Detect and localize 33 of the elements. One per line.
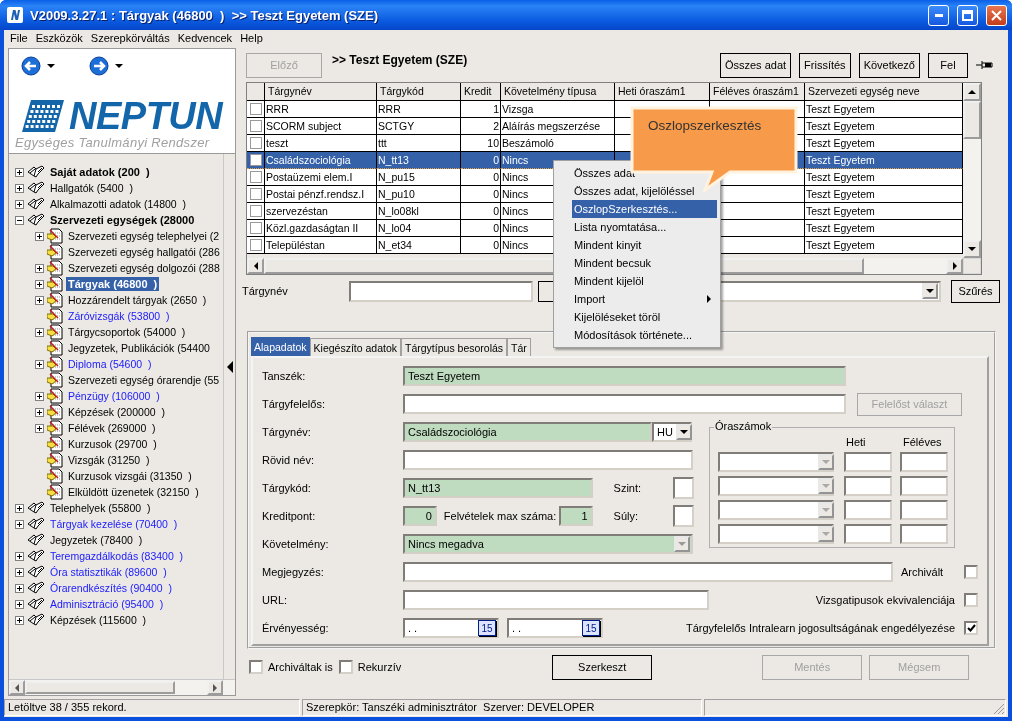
field-label: Szint: bbox=[613, 482, 643, 494]
field-label: Követelmény: bbox=[262, 538, 330, 550]
checkbox-label: Archiváltak is bbox=[268, 661, 333, 673]
field-label: Tárgykód: bbox=[262, 482, 312, 494]
field-label: URL: bbox=[262, 594, 289, 606]
field-label: Érvényesség: bbox=[262, 622, 330, 634]
logo-text: NEPTUN bbox=[69, 98, 223, 134]
group-title: Óraszámok bbox=[714, 420, 773, 432]
checkbox-label: Vizsgatipusok ekvivalenciája bbox=[815, 594, 955, 606]
checkbox-label: Tárgyfelelős Intralearn jogosultságának engedélyezése bbox=[685, 622, 955, 634]
table-cell: Településtan bbox=[265, 237, 377, 254]
field-label: Rövid név: bbox=[262, 454, 315, 466]
logo-subtitle: Egységes Tanulmányi Rendszer bbox=[15, 135, 211, 150]
field-label: Kreditpont: bbox=[262, 510, 317, 522]
column-header: Féléves bbox=[903, 436, 942, 450]
window-title: V2009.3.27.1 : Tárgyak (46800 ) >> Teszt Egyetem (SZE) bbox=[30, 7, 379, 23]
table-cell: Teszt Egyetem bbox=[805, 237, 963, 254]
checkbox-label: Rekurzív bbox=[357, 661, 402, 673]
checkbox-label: Archivált bbox=[901, 566, 944, 578]
filter-label: Tárgynév bbox=[242, 285, 289, 297]
table-cell: N_et34 bbox=[377, 237, 461, 254]
field-label: Súly: bbox=[613, 510, 640, 522]
field-label: Megjegyzés: bbox=[262, 566, 325, 578]
status-text: Letöltve 38 / 355 rekord. bbox=[4, 699, 300, 716]
column-header: Heti bbox=[846, 436, 867, 450]
field-label: Felvételek max száma: bbox=[443, 510, 558, 522]
field-label: Tárgynév: bbox=[262, 426, 312, 438]
field-label: Tárgyfelelős: bbox=[262, 398, 326, 410]
status-text: Szerepkör: Tanszéki adminisztrátor Szerver: DEVELOPER bbox=[302, 699, 702, 716]
breadcrumb: >> Teszt Egyetem (SZE) bbox=[332, 53, 468, 67]
field-label: Tanszék: bbox=[262, 370, 307, 382]
tooltip-text: Oszlopszerkesztés bbox=[648, 118, 762, 133]
table-cell: 0 bbox=[461, 237, 501, 254]
